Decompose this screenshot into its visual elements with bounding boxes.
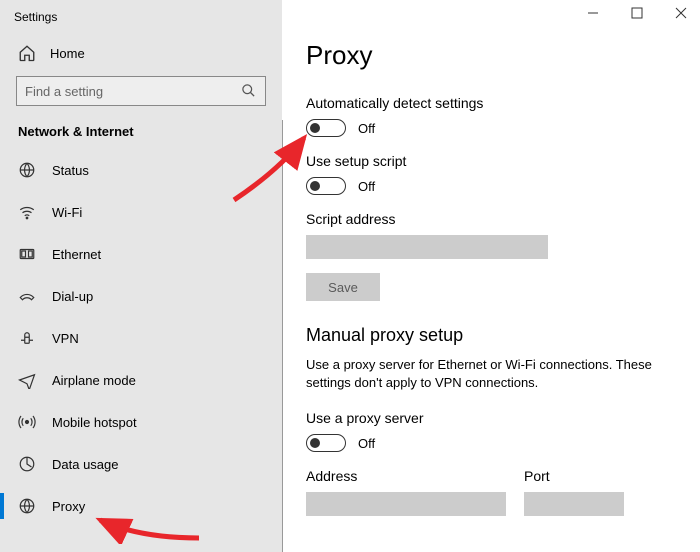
vpn-icon — [18, 329, 36, 347]
home-button[interactable]: Home — [0, 34, 282, 76]
sidebar-item-wifi[interactable]: Wi-Fi — [0, 191, 282, 233]
sidebar-item-dialup[interactable]: Dial-up — [0, 275, 282, 317]
setup-script-label: Use setup script — [306, 153, 676, 169]
sidebar-item-label: Mobile hotspot — [52, 415, 137, 430]
scroll-indicator — [282, 120, 283, 552]
script-address-label: Script address — [306, 211, 676, 227]
manual-description: Use a proxy server for Ethernet or Wi-Fi… — [306, 356, 676, 392]
minimize-button[interactable] — [586, 6, 600, 20]
main-content: Proxy Automatically detect settings Off … — [282, 0, 700, 552]
auto-detect-toggle[interactable] — [306, 119, 346, 137]
sidebar: Settings Home Network & Internet Status … — [0, 0, 282, 552]
ethernet-icon — [18, 245, 36, 263]
sidebar-item-airplane[interactable]: Airplane mode — [0, 359, 282, 401]
setup-script-toggle[interactable] — [306, 177, 346, 195]
port-label: Port — [524, 468, 624, 484]
sidebar-item-vpn[interactable]: VPN — [0, 317, 282, 359]
sidebar-item-hotspot[interactable]: Mobile hotspot — [0, 401, 282, 443]
status-icon — [18, 161, 36, 179]
sidebar-item-proxy[interactable]: Proxy — [0, 485, 282, 527]
port-input[interactable] — [524, 492, 624, 516]
sidebar-item-status[interactable]: Status — [0, 149, 282, 191]
setup-script-state: Off — [358, 179, 375, 194]
use-proxy-label: Use a proxy server — [306, 410, 676, 426]
sidebar-item-label: Dial-up — [52, 289, 93, 304]
data-icon — [18, 455, 36, 473]
address-input[interactable] — [306, 492, 506, 516]
auto-detect-state: Off — [358, 121, 375, 136]
proxy-icon — [18, 497, 36, 515]
sidebar-item-label: Data usage — [52, 457, 119, 472]
sidebar-item-label: Airplane mode — [52, 373, 136, 388]
sidebar-item-ethernet[interactable]: Ethernet — [0, 233, 282, 275]
search-icon — [241, 83, 256, 101]
home-icon — [18, 44, 36, 62]
sidebar-item-data[interactable]: Data usage — [0, 443, 282, 485]
wifi-icon — [18, 203, 36, 221]
sidebar-item-label: Wi-Fi — [52, 205, 82, 220]
manual-section-title: Manual proxy setup — [306, 325, 676, 346]
use-proxy-toggle[interactable] — [306, 434, 346, 452]
save-button[interactable]: Save — [306, 273, 380, 301]
page-title: Proxy — [306, 40, 676, 71]
search-input[interactable] — [16, 76, 266, 106]
script-address-input[interactable] — [306, 235, 548, 259]
sidebar-item-label: VPN — [52, 331, 79, 346]
close-button[interactable] — [674, 6, 688, 20]
maximize-button[interactable] — [630, 6, 644, 20]
use-proxy-state: Off — [358, 436, 375, 451]
sidebar-item-label: Status — [52, 163, 89, 178]
auto-detect-label: Automatically detect settings — [306, 95, 676, 111]
hotspot-icon — [18, 413, 36, 431]
dialup-icon — [18, 287, 36, 305]
app-title: Settings — [0, 8, 71, 26]
sidebar-item-label: Proxy — [52, 499, 85, 514]
home-label: Home — [50, 46, 85, 61]
airplane-icon — [18, 371, 36, 389]
sidebar-item-label: Ethernet — [52, 247, 101, 262]
address-label: Address — [306, 468, 506, 484]
section-heading: Network & Internet — [0, 124, 282, 149]
